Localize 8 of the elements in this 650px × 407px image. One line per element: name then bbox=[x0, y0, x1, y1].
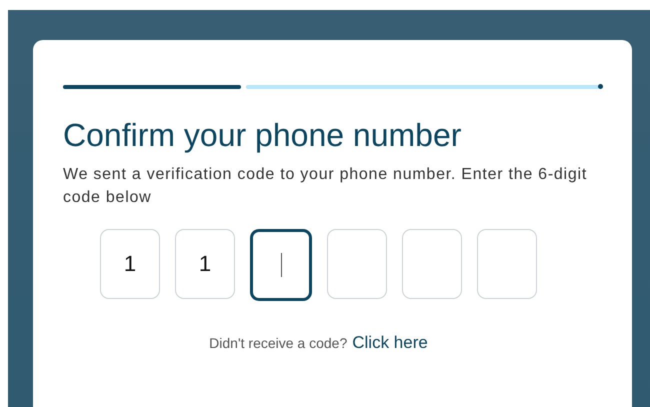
resend-prompt: Didn't receive a code? bbox=[209, 335, 348, 351]
progress-end-dot bbox=[598, 84, 603, 89]
page-title: Confirm your phone number bbox=[63, 116, 462, 155]
code-digit-field[interactable] bbox=[250, 229, 312, 301]
description-text: We sent a verification code to your phone number. Enter the 6-digit code below bbox=[63, 165, 588, 208]
code-digit-field[interactable]: 1 bbox=[100, 229, 160, 299]
resend-link[interactable]: Click here bbox=[352, 333, 428, 353]
code-digit-field[interactable]: 1 bbox=[175, 229, 235, 299]
